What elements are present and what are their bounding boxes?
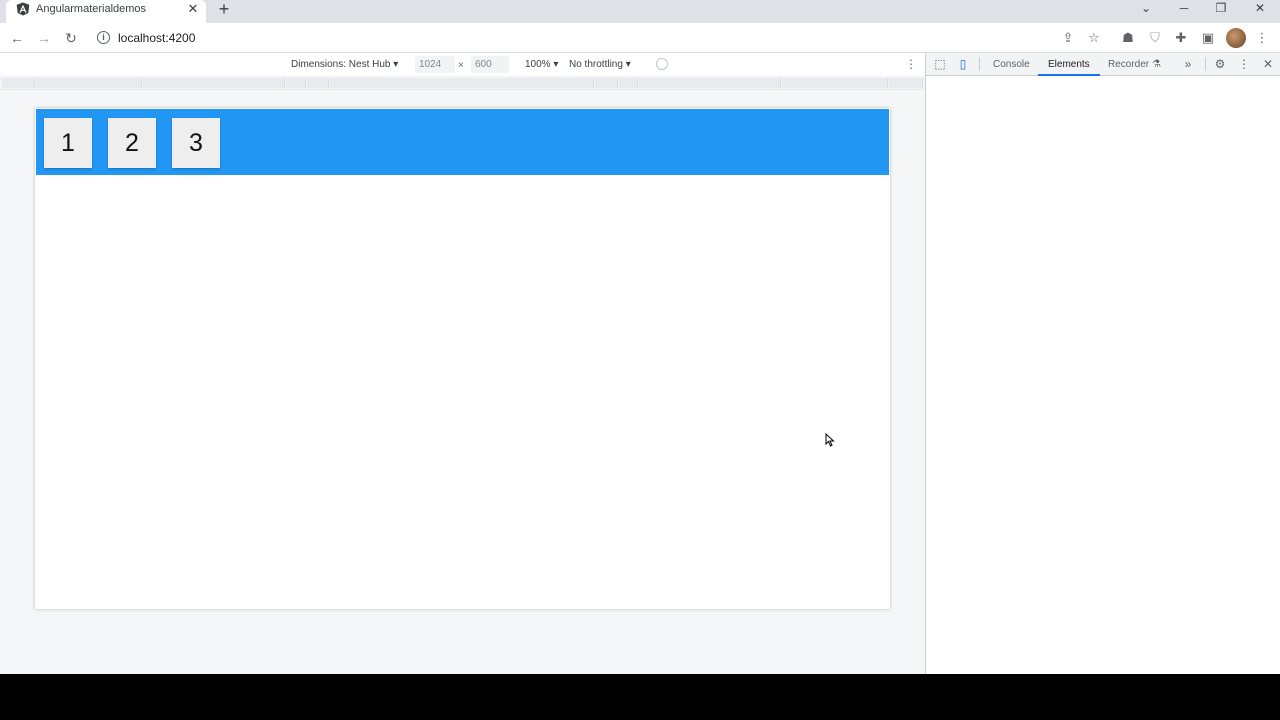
ruler-segment[interactable] [307, 78, 329, 88]
extensions-puzzle-icon[interactable]: ✚ [1173, 30, 1189, 46]
browser-toolbar: ← → ↻ i localhost:4200 ⇪ ☆ ☗ ⛉ ✚ ▣ ⋮ [0, 23, 1280, 53]
rotate-icon[interactable] [656, 58, 668, 70]
button-2[interactable]: 2 [108, 118, 156, 168]
bookmark-star-icon[interactable]: ☆ [1086, 30, 1102, 46]
device-toggle-icon[interactable]: ▯ [955, 56, 971, 72]
ruler-segment[interactable] [330, 78, 594, 88]
tab-console[interactable]: Console [993, 59, 1030, 70]
device-toolbar: Dimensions: Nest Hub ▾ 1024 × 600 100% ▾… [0, 53, 925, 76]
divider [979, 57, 980, 71]
share-icon[interactable]: ⇪ [1060, 30, 1076, 46]
zoom-select[interactable]: 100% ▾ [525, 59, 558, 70]
height-input[interactable]: 600 [471, 56, 509, 73]
ruler-segment[interactable] [639, 78, 781, 88]
side-panel-icon[interactable]: ▣ [1200, 30, 1216, 46]
tab-title: Angularmaterialdemos [36, 3, 147, 15]
close-tab-icon[interactable]: ✕ [185, 1, 201, 17]
tab-recorder[interactable]: Recorder [1108, 59, 1149, 70]
devtools-tabbar: ⬚ ▯ Console Elements Recorder ⚗ » ⚙ ⋮ ✕ [926, 53, 1280, 76]
browser-menu-icon[interactable]: ⋮ [1254, 30, 1270, 46]
browser-window: Angularmaterialdemos ✕ + ⌄ ─ ❐ ✕ ← → ↻ i… [0, 0, 1280, 674]
tab-search-icon[interactable]: ⌄ [1136, 0, 1156, 16]
settings-gear-icon[interactable]: ⚙ [1212, 56, 1228, 72]
inspect-element-icon[interactable]: ⬚ [932, 56, 948, 72]
mouse-cursor-icon [825, 433, 835, 447]
close-window-icon[interactable]: ✕ [1250, 0, 1270, 16]
reload-icon[interactable]: ↻ [62, 29, 80, 47]
device-toolbar-menu-icon[interactable]: ⋮ [905, 57, 917, 71]
tab-elements[interactable]: Elements [1048, 59, 1090, 70]
button-1[interactable]: 1 [44, 118, 92, 168]
ruler-segment[interactable] [619, 78, 638, 88]
back-icon[interactable]: ← [8, 29, 26, 47]
active-tab-indicator [1038, 74, 1100, 76]
shield-extension-icon[interactable]: ⛉ [1147, 30, 1163, 46]
app-toolbar: 1 2 3 [36, 109, 889, 175]
profile-avatar[interactable] [1226, 28, 1246, 48]
ruler-segment[interactable] [286, 78, 306, 88]
width-input[interactable]: 1024 [415, 56, 455, 73]
more-tabs-icon[interactable]: » [1180, 56, 1196, 72]
media-query-ruler [0, 76, 925, 90]
devtools-menu-icon[interactable]: ⋮ [1236, 56, 1252, 72]
ruler-segment[interactable] [36, 78, 142, 88]
emulated-page: 1 2 3 [35, 108, 890, 609]
new-tab-button[interactable]: + [215, 0, 233, 18]
recorder-experiment-icon: ⚗ [1152, 59, 1161, 70]
tab-strip: Angularmaterialdemos ✕ + ⌄ ─ ❐ ✕ [0, 0, 1280, 23]
site-info-icon[interactable]: i [97, 31, 110, 44]
address-bar[interactable]: i localhost:4200 [89, 26, 1109, 50]
browser-tab[interactable]: Angularmaterialdemos ✕ [6, 0, 206, 23]
dimension-separator: × [458, 60, 464, 71]
dimensions-select[interactable]: Dimensions: Nest Hub ▾ [291, 59, 398, 70]
throttling-select[interactable]: No throttling ▾ [569, 59, 631, 70]
ruler-segment[interactable] [143, 78, 285, 88]
devtools-panel: ⬚ ▯ Console Elements Recorder ⚗ » ⚙ ⋮ ✕ [925, 53, 1280, 674]
angular-logo-icon [16, 2, 30, 16]
ruler-segment[interactable] [889, 78, 923, 88]
restore-icon[interactable]: ❐ [1211, 0, 1231, 16]
ruler-segment[interactable] [2, 78, 35, 88]
extension-account-icon[interactable]: ☗ [1120, 30, 1136, 46]
minimize-icon[interactable]: ─ [1174, 0, 1194, 16]
url-text[interactable]: localhost:4200 [118, 31, 195, 45]
forward-icon[interactable]: → [35, 29, 53, 47]
close-devtools-icon[interactable]: ✕ [1260, 56, 1276, 72]
ruler-segment[interactable] [595, 78, 618, 88]
button-3[interactable]: 3 [172, 118, 220, 168]
ruler-segment[interactable] [782, 78, 888, 88]
divider [1205, 57, 1206, 71]
